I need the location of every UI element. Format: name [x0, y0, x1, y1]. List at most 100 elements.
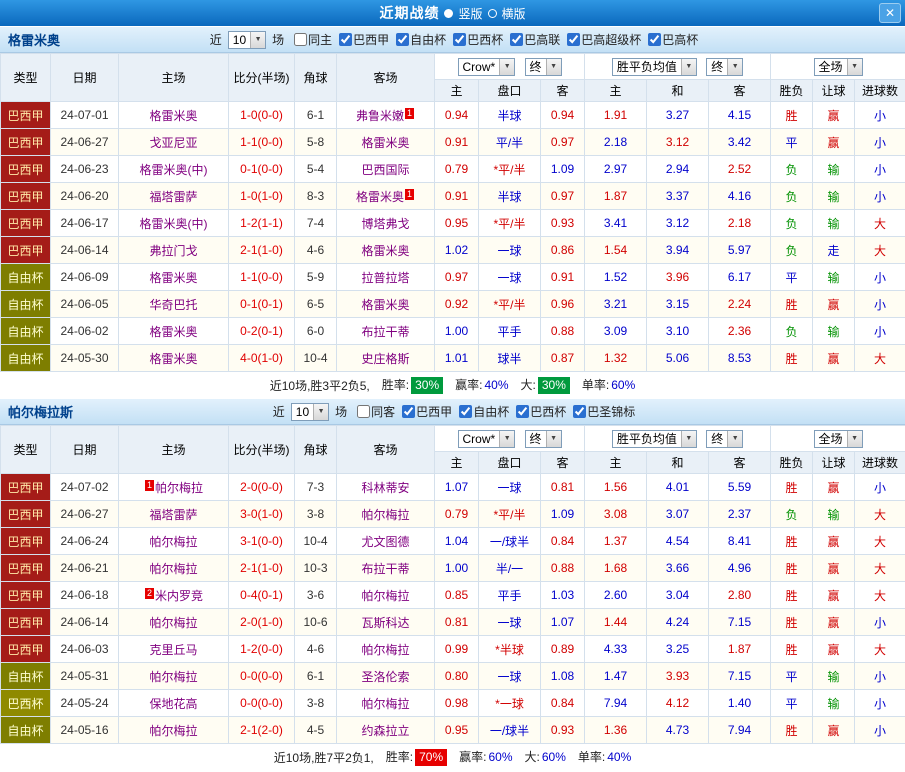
home-team[interactable]: 帕尔梅拉 — [149, 562, 197, 576]
home-team[interactable]: 弗拉门戈 — [149, 244, 197, 258]
asia-state-select[interactable]: 终▼ — [525, 58, 562, 76]
europe-home-odds: 2.60 — [585, 582, 647, 609]
match-row: 自由杯24-06-09格雷米奥1-1(0-0)5-9拉普拉塔0.97一球0.91… — [1, 264, 905, 291]
europe-away-odds: 7.15 — [709, 663, 771, 690]
asia-state-select[interactable]: 终▼ — [525, 430, 562, 448]
home-team[interactable]: 帕尔梅拉 — [149, 535, 197, 549]
home-team[interactable]: 保地花高 — [149, 697, 197, 711]
goals-cell: 小 — [855, 609, 905, 636]
away-team[interactable]: 格雷米奥 — [361, 244, 409, 258]
league-checkbox[interactable] — [396, 33, 409, 46]
league-checkbox[interactable] — [510, 33, 523, 46]
away-team[interactable]: 史庄格斯 — [361, 352, 409, 366]
away-team[interactable]: 尤文图德 — [361, 535, 409, 549]
horizontal-radio[interactable] — [488, 9, 497, 18]
home-team[interactable]: 帕尔梅拉 — [155, 481, 203, 495]
handicap-result-cell: 输 — [813, 501, 855, 528]
home-team[interactable]: 戈亚尼亚 — [149, 136, 197, 150]
same-venue-checkbox[interactable] — [357, 405, 370, 418]
home-team[interactable]: 格雷米奥 — [149, 271, 197, 285]
home-team[interactable]: 格雷米奥 — [149, 109, 197, 123]
home-team[interactable]: 格雷米奥 — [149, 325, 197, 339]
away-team[interactable]: 科林蒂安 — [361, 481, 409, 495]
match-date: 24-05-16 — [51, 717, 119, 744]
home-team[interactable]: 福塔雷萨 — [149, 190, 197, 204]
europe-mean-select[interactable]: 胜平负均值▼ — [612, 430, 697, 448]
europe-draw-odds: 3.04 — [647, 582, 709, 609]
vertical-radio[interactable] — [444, 9, 453, 18]
vertical-radio-label[interactable]: 竖版 — [458, 5, 482, 22]
away-team[interactable]: 布拉干蒂 — [361, 325, 409, 339]
home-team[interactable]: 福塔雷萨 — [149, 508, 197, 522]
away-team[interactable]: 格雷米奥 — [361, 298, 409, 312]
match-score: 2-1(2-0) — [229, 717, 295, 744]
league-checkbox[interactable] — [339, 33, 352, 46]
match-score: 3-0(1-0) — [229, 501, 295, 528]
recent-count-select[interactable]: 10▼ — [228, 31, 266, 49]
scope-select[interactable]: 全场▼ — [814, 58, 863, 76]
team-name[interactable]: 帕尔梅拉斯 — [8, 402, 73, 421]
away-team[interactable]: 帕尔梅拉 — [361, 643, 409, 657]
home-team[interactable]: 格雷米奥 — [149, 352, 197, 366]
europe-away-odds: 8.53 — [709, 345, 771, 372]
asia-away-odds: 0.91 — [541, 264, 585, 291]
home-team[interactable]: 帕尔梅拉 — [149, 616, 197, 630]
home-team[interactable]: 米内罗竞 — [155, 589, 203, 603]
home-team[interactable]: 格雷米奥(中) — [140, 217, 208, 231]
asia-away-odds: 0.93 — [541, 210, 585, 237]
europe-away-odds: 3.42 — [709, 129, 771, 156]
europe-state-select[interactable]: 终▼ — [706, 430, 743, 448]
horizontal-radio-label[interactable]: 横版 — [502, 5, 526, 22]
league-checkbox[interactable] — [516, 405, 529, 418]
away-team[interactable]: 布拉干蒂 — [361, 562, 409, 576]
away-team[interactable]: 博塔弗戈 — [361, 217, 409, 231]
match-date: 24-06-09 — [51, 264, 119, 291]
bookmaker-select[interactable]: Crow*▼ — [458, 58, 516, 76]
home-team-cell: 帕尔梅拉 — [119, 528, 229, 555]
home-team-cell: 保地花高 — [119, 690, 229, 717]
goals-cell: 小 — [855, 717, 905, 744]
away-team[interactable]: 格雷米奥 — [356, 190, 404, 204]
result-cell: 胜 — [771, 609, 813, 636]
league-checkbox[interactable] — [567, 33, 580, 46]
away-team[interactable]: 帕尔梅拉 — [361, 697, 409, 711]
europe-draw-odds: 3.12 — [647, 129, 709, 156]
away-team[interactable]: 圣洛伦索 — [361, 670, 409, 684]
same-venue-checkbox[interactable] — [294, 33, 307, 46]
match-type: 巴西甲 — [1, 102, 51, 129]
league-checkbox[interactable] — [453, 33, 466, 46]
away-team[interactable]: 帕尔梅拉 — [361, 508, 409, 522]
recent-count-select[interactable]: 10▼ — [291, 403, 329, 421]
league-checkbox[interactable] — [573, 405, 586, 418]
rank-badge: 2 — [145, 588, 154, 599]
goals-cell: 小 — [855, 156, 905, 183]
league-checkbox[interactable] — [459, 405, 472, 418]
away-team[interactable]: 格雷米奥 — [361, 136, 409, 150]
away-team[interactable]: 约森拉立 — [361, 724, 409, 738]
away-team[interactable]: 帕尔梅拉 — [361, 589, 409, 603]
league-checkbox[interactable] — [648, 33, 661, 46]
home-team[interactable]: 帕尔梅拉 — [149, 724, 197, 738]
home-team[interactable]: 克里丘马 — [149, 643, 197, 657]
close-button[interactable]: ✕ — [879, 3, 901, 23]
league-checkbox[interactable] — [402, 405, 415, 418]
home-team[interactable]: 帕尔梅拉 — [149, 670, 197, 684]
goals-cell: 小 — [855, 264, 905, 291]
home-team[interactable]: 华奇巴托 — [149, 298, 197, 312]
away-team[interactable]: 拉普拉塔 — [361, 271, 409, 285]
bookmaker-select[interactable]: Crow*▼ — [458, 430, 516, 448]
away-team-cell: 帕尔梅拉 — [337, 501, 435, 528]
europe-mean-select[interactable]: 胜平负均值▼ — [612, 58, 697, 76]
team-name[interactable]: 格雷米奥 — [8, 30, 60, 49]
home-team[interactable]: 格雷米奥(中) — [140, 163, 208, 177]
europe-home-odds: 3.41 — [585, 210, 647, 237]
away-team[interactable]: 弗鲁米嫩 — [356, 109, 404, 123]
asia-handicap: 半球 — [479, 183, 541, 210]
col-result: 胜负 — [771, 452, 813, 474]
away-team-cell: 格雷米奥 — [337, 237, 435, 264]
scope-select[interactable]: 全场▼ — [814, 430, 863, 448]
match-score: 4-0(1-0) — [229, 345, 295, 372]
away-team[interactable]: 巴西国际 — [361, 163, 409, 177]
europe-state-select[interactable]: 终▼ — [706, 58, 743, 76]
away-team[interactable]: 瓦斯科达 — [361, 616, 409, 630]
